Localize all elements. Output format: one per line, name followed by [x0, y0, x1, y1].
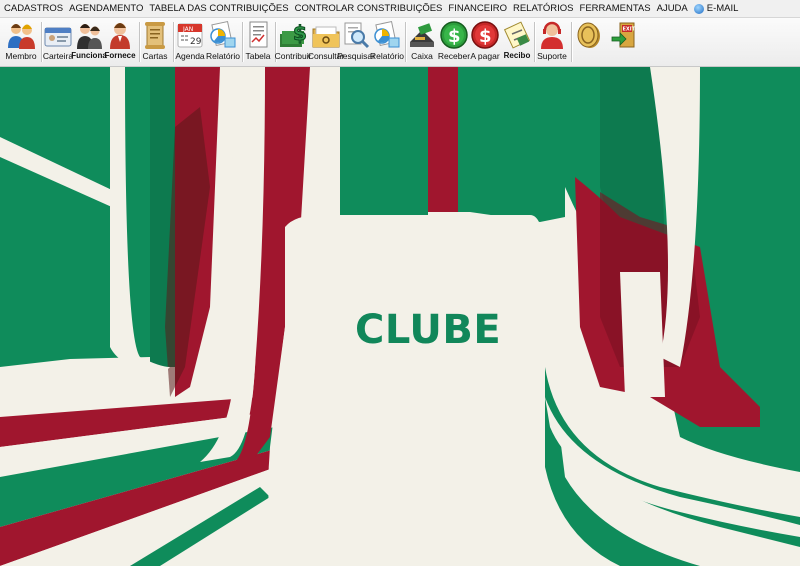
receber-label: Receber — [437, 51, 471, 61]
fornece-button[interactable]: Fornece — [104, 20, 136, 64]
supplier-icon — [110, 23, 130, 49]
toolbar: Membro Carteira Funciona Fornece Cartas … — [0, 18, 800, 67]
menu-relatorios[interactable]: RELATÓRIOS — [510, 3, 577, 14]
carteira-label: Carteira — [42, 51, 74, 61]
table-document-icon — [249, 21, 268, 48]
report-icon-2 — [374, 20, 400, 48]
membro-label: Membro — [5, 51, 37, 61]
exit-button[interactable]: EXIT — [608, 20, 642, 64]
agenda-label: Agenda — [175, 51, 205, 61]
funciona-label: Funciona — [71, 51, 107, 60]
caixa-button[interactable]: Caixa — [406, 20, 438, 64]
relatorio-label-2: Relatório — [369, 51, 405, 61]
cash-register-icon — [410, 23, 434, 47]
menu-controlar-constribuicoes[interactable]: CONTROLAR CONSTRIBUIÇÕES — [292, 3, 446, 14]
contribute-money-icon: $ — [280, 21, 307, 47]
employees-icon — [77, 24, 102, 49]
svg-text:$: $ — [293, 21, 307, 45]
funciona-button[interactable]: Funciona — [71, 20, 107, 64]
relatorio-button-2[interactable]: Relatório — [369, 20, 405, 64]
support-agent-icon — [541, 21, 563, 49]
fornece-label: Fornece — [104, 51, 136, 60]
calendar-icon: JAN 29 — [177, 23, 203, 48]
menu-financeiro[interactable]: FINANCEIRO — [445, 3, 510, 14]
relatorio-button-1[interactable]: Relatório — [206, 20, 240, 64]
coin-icon — [577, 22, 600, 48]
email-icon — [693, 3, 704, 14]
menu-cadastros[interactable]: CADASTROS — [0, 3, 66, 14]
desktop-background: CLUBE — [0, 67, 800, 566]
agenda-button[interactable]: JAN 29 Agenda — [174, 20, 206, 64]
recibo-button[interactable]: Recibo — [501, 20, 533, 64]
pesquisar-button[interactable]: Pesquisar — [337, 20, 375, 64]
svg-text:$: $ — [448, 26, 461, 47]
cartas-label: Cartas — [142, 51, 168, 61]
receipt-icon — [503, 21, 531, 49]
receber-button[interactable]: $ Receber — [437, 20, 471, 64]
suporte-label: Suporte — [537, 51, 567, 61]
apagar-label: A pagar — [470, 51, 500, 61]
cartas-button[interactable]: Cartas — [140, 20, 170, 64]
tabela-button[interactable]: Tabela — [243, 20, 273, 64]
contribuir-button[interactable]: $ Contribuir — [274, 20, 312, 64]
relatorio-label-1: Relatório — [205, 51, 241, 61]
folder-search-icon — [312, 26, 340, 48]
scroll-letter-icon — [145, 22, 165, 49]
caixa-label: Caixa — [411, 51, 433, 61]
carteira-button[interactable]: Carteira — [42, 20, 74, 64]
receive-money-icon: $ — [440, 21, 468, 49]
menu-email-label: E-MAIL — [706, 3, 739, 14]
search-document-icon — [344, 22, 370, 49]
tabela-label: Tabela — [245, 51, 271, 61]
exit-door-icon: EXIT — [611, 22, 636, 48]
pay-money-icon: $ — [471, 21, 499, 49]
svg-text:EXIT: EXIT — [623, 27, 636, 33]
brand-title: CLUBE — [355, 307, 502, 353]
contribuir-label: Contribuir — [274, 51, 312, 61]
apagar-button[interactable]: $ A pagar — [469, 20, 501, 64]
menu-ferramentas[interactable]: FERRAMENTAS — [577, 3, 654, 14]
menu-agendamento[interactable]: AGENDAMENTO — [66, 3, 146, 14]
members-icon — [8, 24, 35, 49]
id-card-icon — [44, 27, 72, 47]
menu-bar: CADASTROS AGENDAMENTO TABELA DAS CONTRIB… — [0, 0, 800, 18]
svg-text:JAN: JAN — [182, 26, 193, 33]
svg-text:29: 29 — [190, 37, 202, 47]
suporte-button[interactable]: Suporte — [535, 20, 569, 64]
report-icon — [210, 20, 236, 48]
menu-email[interactable]: E-MAIL — [691, 3, 742, 14]
membro-button[interactable]: Membro — [4, 20, 38, 64]
svg-text:$: $ — [479, 26, 492, 47]
recibo-label: Recibo — [503, 51, 531, 60]
coin-settings-button[interactable] — [572, 20, 606, 64]
menu-ajuda[interactable]: AJUDA — [654, 3, 691, 14]
menu-tabela-contribuicoes[interactable]: TABELA DAS CONTRIBUIÇÕES — [146, 3, 291, 14]
